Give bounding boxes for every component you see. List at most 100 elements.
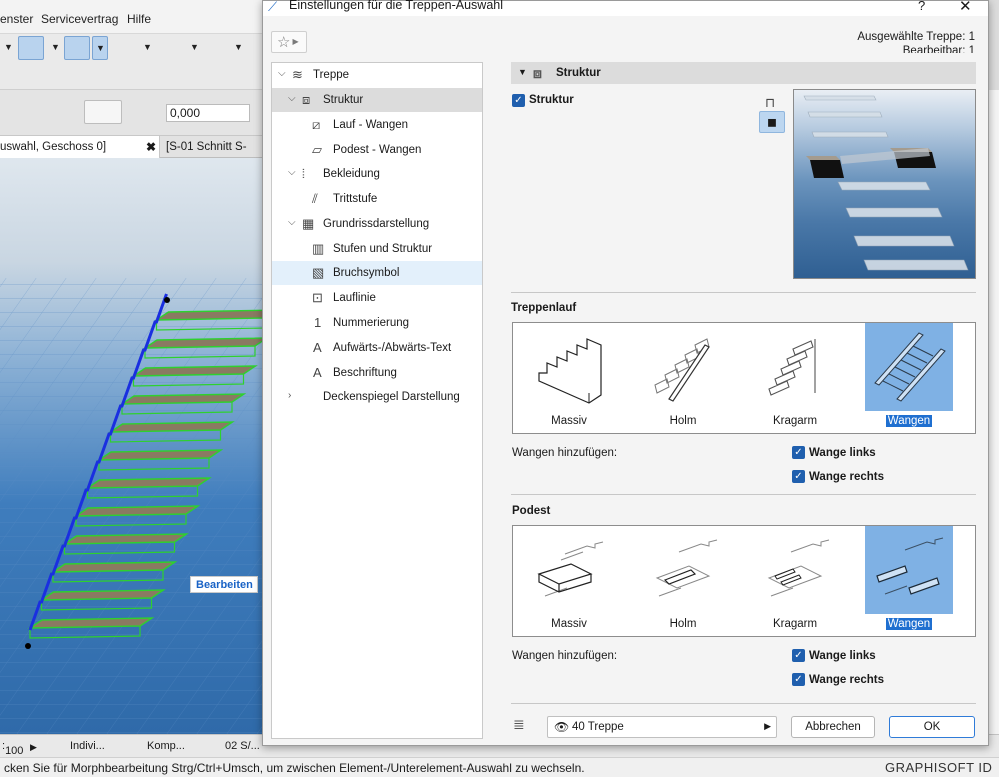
chevron-down-icon[interactable]: ▼: [190, 42, 199, 52]
walking-line-icon: ⊡: [312, 290, 323, 305]
structure-checkbox-label: Struktur: [529, 94, 574, 106]
flight-option-label: Kragarm: [772, 415, 818, 427]
landing-option-kragarm[interactable]: Kragarm: [751, 526, 839, 636]
structure-icon: ⧈: [533, 65, 542, 81]
chevron-down-icon[interactable]: ▼: [4, 42, 13, 52]
landing-option-label: Holm: [669, 618, 697, 630]
structure-checkbox[interactable]: ✓: [512, 94, 525, 107]
stair-arrow-icon[interactable]: [84, 100, 122, 124]
stair-tread: [142, 337, 262, 349]
status-layer-combo[interactable]: Indivi...: [70, 740, 105, 752]
selected-count: Ausgewählte Treppe: 1: [857, 31, 975, 43]
chevron-down-icon[interactable]: ⌵: [278, 68, 286, 79]
stair-tread: [85, 477, 212, 489]
brush-icon[interactable]: [40, 100, 66, 124]
chevron-down-icon[interactable]: ▼: [234, 42, 243, 52]
menu-item-hilfe[interactable]: Hilfe: [127, 12, 151, 26]
tab-3d-view[interactable]: uswahl, Geschoss 0] ✖: [0, 136, 160, 158]
tree-label: Beschriftung: [333, 367, 397, 379]
tree-item-trittstufe[interactable]: ⫽ Trittstufe: [272, 187, 482, 211]
tree-item-stufen-und-struktur[interactable]: ▥ Stufen und Struktur: [272, 237, 482, 261]
flight-right-stringer-checkbox[interactable]: ✓: [792, 470, 805, 483]
view-cube-icon[interactable]: [202, 36, 228, 60]
eye-icon: 👁: [554, 720, 570, 734]
graphisoft-id-link[interactable]: GRAPHISOFT ID: [885, 760, 992, 775]
offset-value-input[interactable]: 0,000: [166, 104, 250, 122]
section-title-podest: Podest: [512, 505, 551, 517]
plan-view-icon[interactable]: ⊓: [765, 95, 775, 111]
chevron-down-icon[interactable]: ⌵: [288, 217, 296, 228]
tree-item-deckenspiegel[interactable]: › Deckenspiegel Darstellung: [272, 385, 482, 409]
landing-option-label: Kragarm: [772, 618, 818, 630]
chevron-down-icon[interactable]: ▼: [143, 42, 152, 52]
help-button[interactable]: ?: [918, 0, 925, 13]
flight-left-stringer-label: Wange links: [809, 447, 876, 459]
flight-option-massiv[interactable]: Massiv: [525, 323, 613, 433]
flight-left-stringer-checkbox[interactable]: ✓: [792, 446, 805, 459]
tree-item-bekleidung[interactable]: ⌵ ⦙ Bekleidung: [272, 162, 482, 186]
wangen-stair-icon: [865, 323, 953, 411]
stair-tread: [119, 393, 247, 405]
menu-item-servicevertrag[interactable]: Servicevertrag: [41, 12, 118, 26]
landing-left-stringer-checkbox[interactable]: ✓: [792, 649, 805, 662]
stair-tread: [50, 561, 178, 573]
status-pen-set[interactable]: 02 S/...: [225, 740, 260, 752]
chevron-down-icon[interactable]: ⌵: [288, 93, 296, 104]
close-button[interactable]: ✕: [959, 0, 972, 15]
tree-item-beschriftung[interactable]: A Beschriftung: [272, 361, 482, 385]
tree-item-nummerierung[interactable]: 1 Nummerierung: [272, 311, 482, 335]
steps-grid-icon: ▥: [312, 241, 325, 256]
3d-viewport[interactable]: [0, 158, 262, 734]
tree-item-grundrissdarstellung[interactable]: ⌵ ▦ Grundrissdarstellung: [272, 212, 482, 236]
landing-option-wangen[interactable]: Wangen: [865, 526, 953, 636]
hint-text: cken Sie für Morphbearbeitung Strg/Ctrl+…: [4, 761, 585, 775]
tree-item-treppe[interactable]: ⌵ ≋ Treppe: [272, 63, 482, 87]
landing-option-holm[interactable]: Holm: [639, 526, 727, 636]
tree-item-aufwaerts-abwaerts-text[interactable]: A Aufwärts-/Abwärts-Text: [272, 336, 482, 360]
chevron-down-icon[interactable]: ▼: [51, 42, 60, 52]
chevron-right-icon[interactable]: ▶: [30, 742, 37, 753]
tree-item-lauflinie[interactable]: ⊡ Lauflinie: [272, 286, 482, 310]
tab-section[interactable]: [S-01 Schnitt S-: [166, 141, 247, 153]
tree-item-podest-wangen[interactable]: ▱ Podest - Wangen: [272, 138, 482, 162]
offset-icon[interactable]: [130, 100, 156, 124]
cancel-button[interactable]: Abbrechen: [791, 716, 875, 738]
layer-stack-icon[interactable]: ≣: [513, 716, 525, 733]
3d-view-button[interactable]: ◼: [759, 111, 785, 133]
tree-label: Treppe: [313, 69, 350, 81]
chevron-down-icon[interactable]: ▼: [92, 36, 108, 60]
stair-app-icon: ⟋: [268, 0, 278, 14]
tree-item-bruchsymbol[interactable]: ▧ Bruchsymbol: [272, 261, 482, 285]
pencil-icon[interactable]: [0, 100, 20, 124]
ok-button[interactable]: OK: [889, 716, 975, 738]
chevron-down-icon[interactable]: ⌵: [288, 167, 296, 178]
tree-item-lauf-wangen[interactable]: ⧄ Lauf - Wangen: [272, 113, 482, 137]
massiv-landing-icon: [537, 541, 604, 597]
close-icon[interactable]: ✖: [146, 140, 156, 154]
scale-value[interactable]: :100: [2, 740, 23, 757]
tree-item-struktur[interactable]: ⌵ ⧈ Struktur: [272, 88, 482, 112]
edit-tooltip[interactable]: Bearbeiten: [190, 576, 258, 593]
flight-right-stringer-label: Wange rechts: [809, 471, 884, 483]
numbering-icon: 1: [314, 315, 322, 330]
status-model-view[interactable]: Komp...: [147, 740, 185, 752]
landing-option-label: Wangen: [885, 618, 933, 630]
chevron-down-icon[interactable]: ▼: [518, 67, 527, 77]
tree-label: Podest - Wangen: [333, 144, 422, 156]
marquee-select-icon[interactable]: [64, 36, 90, 60]
flight-option-holm[interactable]: Holm: [639, 323, 727, 433]
landing-right-stringer-checkbox[interactable]: ✓: [792, 673, 805, 686]
floor-plan-icon[interactable]: [18, 36, 44, 60]
landing-option-massiv[interactable]: Massiv: [525, 526, 613, 636]
tree-label: Bekleidung: [323, 168, 380, 180]
favorites-button[interactable]: ☆ ▶: [271, 31, 307, 53]
flight-option-kragarm[interactable]: Kragarm: [751, 323, 839, 433]
lock-icon[interactable]: [112, 36, 138, 60]
chevron-right-icon[interactable]: ›: [288, 390, 291, 401]
presentation-dropdown[interactable]: 👁 40 Treppe ▶: [547, 716, 777, 738]
panel-header[interactable]: ▼ ⧈ Struktur: [511, 62, 976, 84]
flight-option-wangen[interactable]: Wangen: [865, 323, 953, 433]
menu-item-fenster[interactable]: enster: [0, 12, 33, 26]
landing-right-stringer-label: Wange rechts: [809, 674, 884, 686]
layer-box-icon[interactable]: [157, 36, 183, 60]
